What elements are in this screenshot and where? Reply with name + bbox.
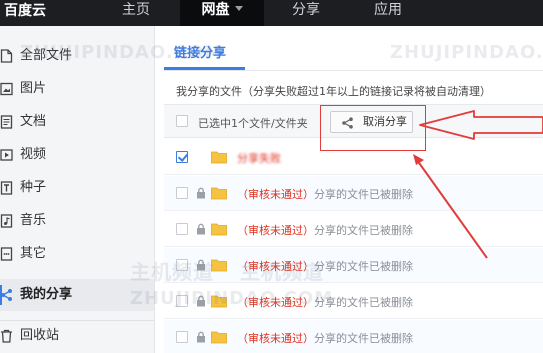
file-deleted-text: 分享的文件已被删除: [314, 188, 413, 201]
sidebar-item-label: 我的分享: [20, 287, 73, 302]
file-deleted-text: 分享的文件已被删除: [314, 260, 413, 273]
audit-failed-status: （审核未通过）: [237, 224, 314, 237]
row-checkbox[interactable]: [176, 151, 188, 163]
sidebar-item-torrents[interactable]: 种子: [0, 172, 154, 204]
sidebar-item-documents[interactable]: 文档: [0, 106, 154, 138]
row-status-text: （审核未通过）分享的文件已被删除: [237, 186, 413, 202]
share-list-description: 我分享的文件（分享失败超过1年以上的链接记录将被自动清理）: [176, 85, 491, 98]
folder-icon: [211, 222, 227, 239]
lock-icon: [196, 223, 206, 238]
table-row[interactable]: 分享失败: [164, 140, 543, 175]
watermark: 主机频道: [130, 260, 214, 284]
share-icon: [0, 288, 13, 302]
file-deleted-text: 分享的文件已被删除: [314, 332, 413, 345]
shared-file-name[interactable]: 分享失败: [237, 150, 281, 166]
sidebar-item-videos[interactable]: 视频: [0, 139, 154, 171]
lock-icon: [196, 331, 206, 346]
watermark: ZHUJIPINDAO.COM: [130, 288, 334, 309]
folder-icon: [211, 150, 227, 167]
sidebar-item-label: 图片: [20, 81, 47, 96]
table-row[interactable]: （审核未通过）分享的文件已被删除: [164, 248, 543, 283]
torrent-icon: [0, 181, 13, 195]
video-icon: [0, 148, 13, 162]
tab-divider: [164, 70, 543, 71]
row-status-text: （审核未通过）分享的文件已被删除: [237, 330, 413, 346]
sidebar-item-recycle-bin[interactable]: 回收站: [0, 320, 154, 352]
sidebar-item-images[interactable]: 图片: [0, 73, 154, 105]
sidebar-item-label: 其它: [20, 246, 47, 261]
table-row[interactable]: （审核未通过）分享的文件已被删除: [164, 212, 543, 247]
sidebar-item-label: 回收站: [20, 328, 60, 343]
image-icon: [0, 82, 13, 96]
table-row[interactable]: （审核未通过）分享的文件已被删除: [164, 320, 543, 353]
folder-icon: [211, 186, 227, 203]
select-all-checkbox[interactable]: [176, 115, 188, 127]
top-navigation-bar: 百度云 主页 网盘 分享 应用: [0, 0, 543, 26]
folder-icon: [211, 330, 227, 347]
chevron-down-icon: [234, 6, 243, 11]
music-icon: [0, 214, 13, 228]
table-row[interactable]: （审核未通过）分享的文件已被删除: [164, 176, 543, 211]
row-status-text: （审核未通过）分享的文件已被删除: [237, 222, 413, 238]
watermark: ZHUJIPINDAO.COM: [20, 42, 224, 63]
row-checkbox[interactable]: [176, 331, 188, 343]
nav-apps[interactable]: 应用: [352, 0, 424, 26]
sidebar-item-music[interactable]: 音乐: [0, 205, 154, 237]
sidebar-item-label: 种子: [20, 180, 47, 195]
nav-netdisk[interactable]: 网盘: [180, 0, 264, 26]
sidebar-item-label: 音乐: [20, 213, 47, 228]
sidebar-item-label: 文档: [20, 114, 47, 129]
file-icon: [0, 49, 13, 63]
row-checkbox[interactable]: [176, 223, 188, 235]
audit-failed-status: （审核未通过）: [237, 188, 314, 201]
file-deleted-text: 分享的文件已被删除: [314, 224, 413, 237]
trash-icon: [0, 329, 13, 343]
watermark: ZHUJIPINDAO.COM: [390, 42, 543, 63]
watermark: 主机频道: [240, 260, 324, 284]
document-icon: [0, 115, 13, 129]
lock-icon: [196, 187, 206, 202]
baidu-yun-logo[interactable]: 百度云: [0, 0, 46, 26]
nav-home[interactable]: 主页: [100, 0, 172, 26]
audit-failed-status: （审核未通过）: [237, 332, 314, 345]
nav-netdisk-label: 网盘: [201, 2, 230, 18]
row-checkbox[interactable]: [176, 187, 188, 199]
selection-count-text: 已选中1个文件/文件夹: [198, 117, 308, 130]
sidebar-item-label: 视频: [20, 147, 47, 162]
nav-share[interactable]: 分享: [270, 0, 342, 26]
other-icon: [0, 247, 13, 261]
selection-toolbar: 已选中1个文件/文件夹 取消分享: [164, 104, 543, 151]
